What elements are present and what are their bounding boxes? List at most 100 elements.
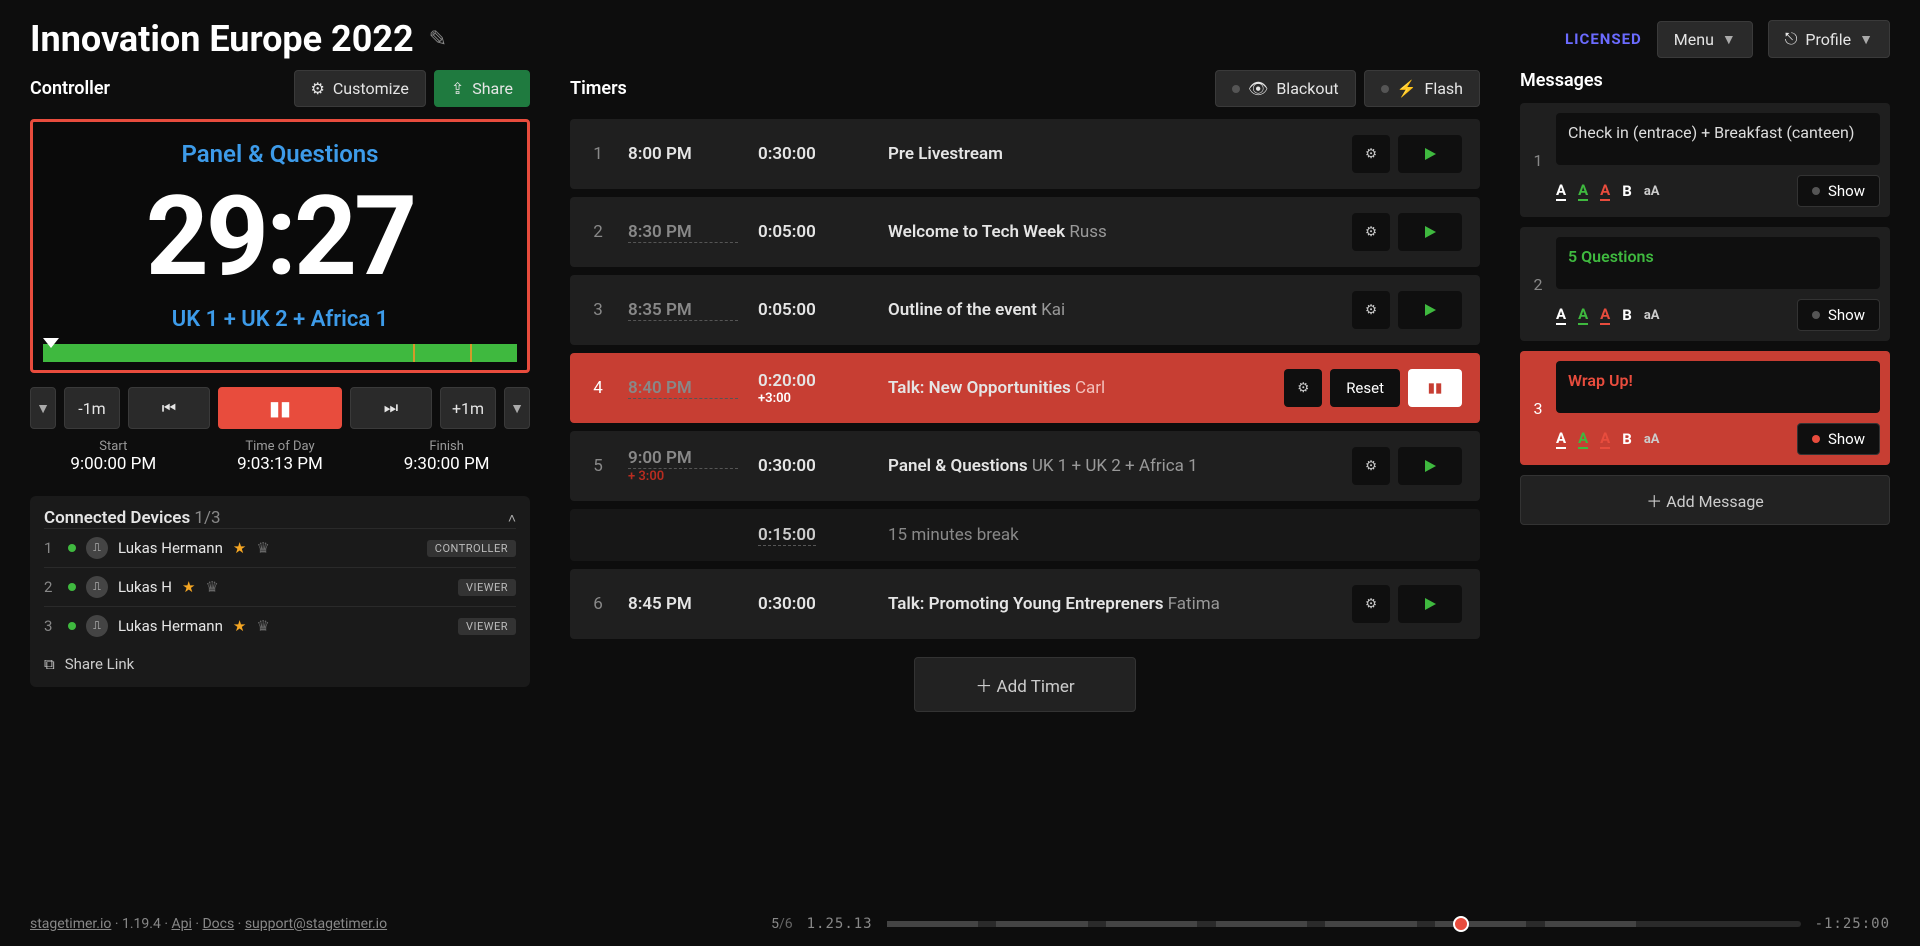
devices-count: 1/3: [194, 508, 220, 528]
message-text[interactable]: Check in (entrace) + Breakfast (canteen): [1556, 113, 1880, 165]
plus-menu-button[interactable]: ▼: [504, 387, 530, 429]
text-size-button[interactable]: aA: [1644, 308, 1660, 323]
timer-duration: 0:20:00: [758, 371, 816, 391]
pause-button[interactable]: ▮▮: [218, 387, 342, 429]
licensed-badge: LICENSED: [1565, 30, 1642, 48]
timer-name: Outline of the event Kai: [888, 300, 1332, 320]
timer-start: 8:45 PM: [628, 594, 692, 614]
prev-button[interactable]: ⏮: [128, 387, 210, 429]
avatar-icon: ⎍: [86, 576, 108, 598]
device-row[interactable]: 2 ⎍ Lukas H ★ ♛ VIEWER: [44, 567, 516, 606]
play-button[interactable]: [1398, 585, 1462, 623]
support-link[interactable]: support@stagetimer.io: [245, 916, 387, 932]
play-icon: [1422, 146, 1438, 162]
timer-row[interactable]: 1 8:00 PM0:30:00 Pre Livestream ⚙: [570, 119, 1480, 189]
color-green-button[interactable]: A: [1578, 181, 1588, 201]
role-badge: CONTROLLER: [427, 540, 516, 557]
bold-button[interactable]: B: [1622, 182, 1632, 200]
device-index: 3: [44, 617, 58, 635]
color-white-button[interactable]: A: [1556, 305, 1566, 325]
device-row[interactable]: 1 ⎍ Lukas Hermann ★ ♛ CONTROLLER: [44, 528, 516, 567]
color-green-button[interactable]: A: [1578, 305, 1588, 325]
tod-value: 9:03:13 PM: [237, 454, 323, 474]
color-white-button[interactable]: A: [1556, 181, 1566, 201]
color-red-button[interactable]: A: [1600, 181, 1610, 201]
bold-button[interactable]: B: [1622, 430, 1632, 448]
star-icon: ★: [233, 617, 246, 635]
show-message-button[interactable]: Show: [1797, 423, 1880, 455]
menu-button[interactable]: Menu▼: [1657, 21, 1753, 58]
device-name: Lukas Hermann: [118, 617, 223, 635]
settings-button[interactable]: ⚙: [1284, 369, 1322, 407]
show-message-button[interactable]: Show: [1797, 299, 1880, 331]
minus-menu-button[interactable]: ▼: [30, 387, 56, 429]
timer-duration: 0:30:00: [758, 594, 816, 614]
gear-icon: ⚙: [1365, 225, 1377, 240]
page-title: Innovation Europe 2022: [30, 18, 414, 60]
play-button[interactable]: [1398, 447, 1462, 485]
api-link[interactable]: Api: [171, 916, 191, 932]
pause-icon: ▮▮: [1428, 381, 1443, 396]
timer-row[interactable]: 3 8:35 PM0:05:00 Outline of the event Ka…: [570, 275, 1480, 345]
share-button[interactable]: ⇪Share: [434, 70, 530, 107]
minus-1m-button[interactable]: -1m: [64, 387, 120, 429]
timer-row[interactable]: 6 8:45 PM0:30:00 Talk: Promoting Young E…: [570, 569, 1480, 639]
collapse-icon[interactable]: ˄: [508, 510, 516, 527]
scrub-handle[interactable]: [1453, 916, 1469, 932]
message-text[interactable]: 5 Questions: [1556, 237, 1880, 289]
color-red-button[interactable]: A: [1600, 429, 1610, 449]
messages-heading: Messages: [1520, 70, 1603, 91]
site-link[interactable]: stagetimer.io: [30, 916, 111, 932]
reset-button[interactable]: Reset: [1330, 369, 1400, 407]
device-index: 1: [44, 539, 58, 557]
settings-button[interactable]: ⚙: [1352, 135, 1390, 173]
play-icon: [1422, 458, 1438, 474]
timer-speaker: Fatima: [1168, 594, 1220, 614]
timer-start: 8:00 PM: [628, 144, 692, 164]
star-icon: ★: [233, 539, 246, 557]
text-size-button[interactable]: aA: [1644, 432, 1660, 447]
flash-label: Flash: [1424, 79, 1463, 98]
color-white-button[interactable]: A: [1556, 429, 1566, 449]
bold-button[interactable]: B: [1622, 306, 1632, 324]
scrub-left-time: 1.25.13: [807, 916, 873, 932]
docs-link[interactable]: Docs: [202, 916, 234, 932]
add-timer-button[interactable]: ＋ Add Timer: [914, 657, 1135, 712]
share-link-button[interactable]: ⧉Share Link: [44, 645, 516, 675]
settings-button[interactable]: ⚙: [1352, 585, 1390, 623]
settings-button[interactable]: ⚙: [1352, 291, 1390, 329]
blackout-button[interactable]: 👁Blackout: [1215, 70, 1356, 107]
play-button[interactable]: [1398, 135, 1462, 173]
color-green-button[interactable]: A: [1578, 429, 1588, 449]
timer-row[interactable]: 2 8:30 PM0:05:00 Welcome to Tech Week Ru…: [570, 197, 1480, 267]
settings-button[interactable]: ⚙: [1352, 447, 1390, 485]
edit-title-icon[interactable]: ✎: [429, 27, 447, 52]
show-label: Show: [1828, 182, 1865, 200]
share-icon: ⇪: [451, 79, 464, 98]
row-pause-button[interactable]: ▮▮: [1408, 369, 1462, 407]
profile-button[interactable]: ⎋Profile▼: [1768, 20, 1890, 58]
show-message-button[interactable]: Show: [1797, 175, 1880, 207]
flash-button[interactable]: ⚡Flash: [1364, 70, 1480, 107]
color-red-button[interactable]: A: [1600, 305, 1610, 325]
customize-button[interactable]: ⚙Customize: [294, 70, 426, 107]
timer-row[interactable]: 4 8:40 PM0:20:00+3:00 Talk: New Opportun…: [570, 353, 1480, 423]
avatar-icon: ⎍: [86, 615, 108, 637]
message-text[interactable]: Wrap Up!: [1556, 361, 1880, 413]
timer-row[interactable]: 5 9:00 PM+ 3:000:30:00 Panel & Questions…: [570, 431, 1480, 501]
play-button[interactable]: [1398, 213, 1462, 251]
settings-button[interactable]: ⚙: [1352, 213, 1390, 251]
preview-subtitle: UK 1 + UK 2 + Africa 1: [43, 307, 517, 332]
scrub-track[interactable]: [887, 921, 1801, 927]
gear-icon: ⚙: [1297, 381, 1309, 396]
play-button[interactable]: [1398, 291, 1462, 329]
menu-label: Menu: [1674, 30, 1714, 49]
text-size-button[interactable]: aA: [1644, 184, 1660, 199]
device-row[interactable]: 3 ⎍ Lukas Hermann ★ ♛ VIEWER: [44, 606, 516, 645]
plus-1m-button[interactable]: +1m: [440, 387, 496, 429]
next-button[interactable]: ⏭: [350, 387, 432, 429]
device-name: Lukas Hermann: [118, 539, 223, 557]
timer-row[interactable]: 0:15:00 15 minutes break: [570, 509, 1480, 561]
add-message-button[interactable]: ＋ Add Message: [1520, 475, 1890, 525]
timer-start: 8:30 PM: [628, 222, 738, 243]
